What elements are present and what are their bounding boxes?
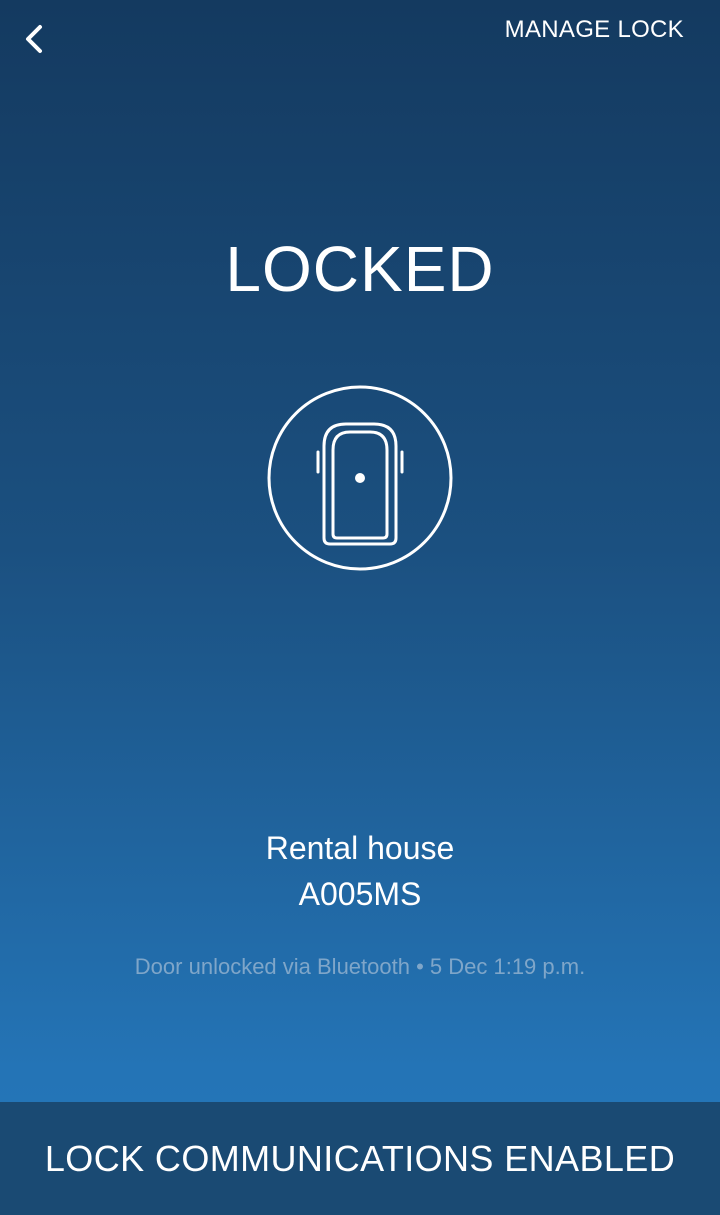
lock-screen: MANAGE LOCK LOCKED Rental house A005MS D… [0, 0, 720, 1215]
chevron-left-icon [26, 25, 42, 53]
manage-lock-button[interactable]: MANAGE LOCK [505, 16, 684, 44]
door-icon [267, 385, 453, 571]
lock-toggle-button[interactable] [266, 384, 454, 572]
lock-name: Rental house [265, 830, 455, 866]
last-activity-text: Door unlocked via Bluetooth • 5 Dec 1:19… [134, 954, 586, 979]
communications-banner-label: LOCK COMMUNICATIONS ENABLED [44, 1137, 676, 1179]
back-button[interactable] [10, 14, 60, 64]
lock-id: A005MS [298, 876, 422, 912]
lock-status-title: LOCKED [225, 233, 495, 305]
communications-banner[interactable]: LOCK COMMUNICATIONS ENABLED [0, 1102, 720, 1215]
